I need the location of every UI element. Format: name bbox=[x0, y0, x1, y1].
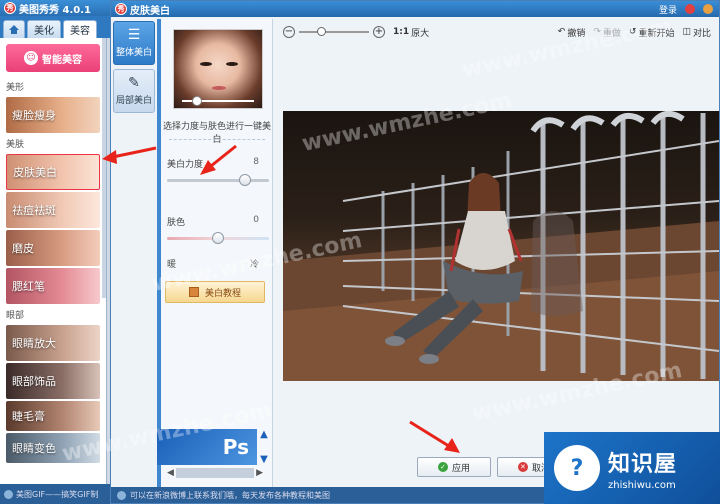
whitening-slider-knob[interactable] bbox=[239, 174, 251, 186]
side-tab-column: ☰ 整体美白 ✎ 局部美白 bbox=[113, 21, 157, 421]
logo-arrows: ▲ ▼ bbox=[257, 429, 271, 465]
whitening-value: 8 bbox=[253, 157, 259, 167]
main-titlebar: 秀 美图秀秀 4.0.1 bbox=[0, 0, 112, 16]
skin-color-slider[interactable] bbox=[167, 232, 269, 244]
chevron-up-icon[interactable]: ▲ bbox=[260, 429, 268, 440]
login-link[interactable]: 登录 bbox=[659, 3, 677, 16]
app-logo-icon: 秀 bbox=[4, 2, 16, 14]
skin-color-slider-knob[interactable] bbox=[212, 232, 224, 244]
zoom-slider[interactable] bbox=[299, 27, 369, 36]
skin-icon[interactable] bbox=[703, 4, 713, 14]
skin-color-value: 0 bbox=[253, 215, 259, 225]
left-scrollbar[interactable] bbox=[102, 38, 106, 298]
original-size-button[interactable]: 1:1 原大 bbox=[393, 26, 429, 39]
section-shape-label: 美形 bbox=[6, 83, 25, 93]
zoom-out-icon[interactable]: − bbox=[283, 26, 295, 38]
feature-blush[interactable]: 腮红笔 bbox=[6, 268, 100, 304]
restart-button[interactable]: ↺ 重新开始 bbox=[629, 26, 675, 39]
logo-scrollbar[interactable]: ◀ ▶ bbox=[167, 467, 263, 479]
tab-overall-whitening[interactable]: ☰ 整体美白 bbox=[113, 21, 155, 65]
whitening-strength-row: 美白力度 8 bbox=[167, 157, 269, 187]
instruction-text: 选择力度与肤色进行一键美白 bbox=[162, 122, 271, 145]
feature-skin-whitening[interactable]: 皮肤美白 bbox=[6, 154, 100, 190]
book-icon bbox=[188, 287, 199, 297]
brush-icon: ✎ bbox=[128, 75, 140, 91]
redo-icon: ↷ bbox=[593, 27, 601, 37]
chevron-left-icon[interactable]: ◀ bbox=[167, 468, 174, 478]
photo-illustration bbox=[283, 111, 719, 381]
weibo-status-icon bbox=[117, 490, 126, 500]
dialog-logo-icon: 秀 bbox=[115, 3, 127, 15]
apply-button[interactable]: ✓ 应用 bbox=[417, 457, 491, 477]
undo-button[interactable]: ↶ 撤销 bbox=[558, 26, 586, 39]
warm-label: 暖 bbox=[167, 260, 177, 270]
dialog-title: 皮肤美白 bbox=[130, 5, 170, 17]
whitening-label: 美白力度 bbox=[167, 160, 204, 170]
skin-color-row: 肤色 0 bbox=[167, 215, 269, 245]
preview-mouth bbox=[212, 86, 226, 90]
app-title: 美图秀秀 4.0.1 bbox=[19, 4, 91, 16]
face-icon: ☺ bbox=[24, 51, 38, 65]
preview-slider[interactable] bbox=[182, 96, 254, 106]
tab-partial-whitening[interactable]: ✎ 局部美白 bbox=[113, 69, 155, 113]
feature-eye-color[interactable]: 眼睛变色 bbox=[6, 433, 100, 463]
restart-icon: ↺ bbox=[628, 27, 637, 37]
main-status-bar: 美图GIF——搞笑GIF制 bbox=[0, 484, 112, 504]
feature-mascara[interactable]: 睫毛膏 bbox=[6, 401, 100, 431]
info-icon bbox=[4, 489, 13, 499]
sliders-icon: ☰ bbox=[127, 27, 141, 43]
tab-beautify[interactable]: 美化 bbox=[27, 20, 61, 38]
titlebar-right: 登录 bbox=[659, 1, 713, 17]
logo-scroll-track[interactable] bbox=[175, 468, 255, 478]
preview-thumbnail bbox=[173, 29, 263, 109]
undo-icon: ↶ bbox=[557, 27, 566, 37]
tab-beauty[interactable]: 美容 bbox=[63, 20, 97, 38]
feature-smoothing[interactable]: 磨皮 bbox=[6, 230, 100, 266]
cool-label: 冷 bbox=[249, 260, 259, 270]
chevron-right-icon[interactable]: ▶ bbox=[256, 468, 263, 478]
whitening-slider[interactable] bbox=[167, 174, 269, 186]
divider bbox=[169, 139, 265, 140]
dialog-titlebar: 秀 皮肤美白 登录 bbox=[111, 1, 719, 17]
skin-whitening-dialog: 秀 皮肤美白 登录 ☰ 整体美白 ✎ 局部美白 选择力度与肤色进行一键美白 美白… bbox=[110, 0, 720, 504]
badge-subtitle: zhishiwu.com bbox=[608, 479, 676, 491]
image-toolbar: − + 1:1 原大 ↶ 撤销 ↷ 重做 ↺ 重新开始 ◫ 对比 bbox=[283, 21, 719, 43]
weibo-icon[interactable] bbox=[685, 4, 695, 14]
site-badge: ? 知识屋 zhishiwu.com bbox=[544, 432, 720, 504]
toolbar-actions: ↶ 撤销 ↷ 重做 ↺ 重新开始 ◫ 对比 bbox=[558, 26, 719, 39]
redo-button[interactable]: ↷ 重做 bbox=[593, 26, 621, 39]
smart-beauty-button[interactable]: ☺ 智能美容 bbox=[6, 44, 100, 72]
preview-eye-left bbox=[200, 62, 212, 66]
feature-eye-enlarge[interactable]: 眼睛放大 bbox=[6, 325, 100, 361]
photo-canvas[interactable] bbox=[283, 111, 719, 381]
zoom-in-icon[interactable]: + bbox=[373, 26, 385, 38]
skin-color-label: 肤色 bbox=[167, 218, 186, 228]
whitening-tutorial-button[interactable]: 美白教程 bbox=[165, 281, 265, 303]
preview-eye-right bbox=[226, 62, 238, 66]
compare-button[interactable]: ◫ 对比 bbox=[682, 26, 711, 39]
feature-slim-face[interactable]: 瘦脸瘦身 bbox=[6, 97, 100, 133]
home-icon[interactable] bbox=[3, 20, 25, 38]
section-skin-label: 美肤 bbox=[6, 140, 25, 150]
preview-slider-knob[interactable] bbox=[192, 96, 202, 106]
compare-icon: ◫ bbox=[682, 27, 691, 37]
badge-text: 知识屋 zhishiwu.com bbox=[608, 446, 677, 491]
question-icon: ? bbox=[554, 445, 600, 491]
feature-panel: ☺ 智能美容 美形 瘦脸瘦身 美肤 皮肤美白 祛痘祛斑 磨皮 腮红笔 眼部 眼睛… bbox=[0, 38, 107, 484]
feature-eye-accessory[interactable]: 眼部饰品 bbox=[6, 363, 100, 399]
close-icon: ✕ bbox=[517, 462, 528, 472]
chevron-down-icon[interactable]: ▼ bbox=[260, 454, 268, 465]
section-eyes-label: 眼部 bbox=[6, 311, 25, 321]
badge-title: 知识屋 bbox=[608, 451, 678, 477]
zoom-slider-knob[interactable] bbox=[317, 27, 326, 36]
check-icon: ✓ bbox=[437, 462, 448, 472]
feature-acne-removal[interactable]: 祛痘祛斑 bbox=[6, 192, 100, 228]
ps-logo: Ps bbox=[157, 429, 257, 465]
main-tab-bar: 美化 美容 bbox=[0, 16, 112, 38]
